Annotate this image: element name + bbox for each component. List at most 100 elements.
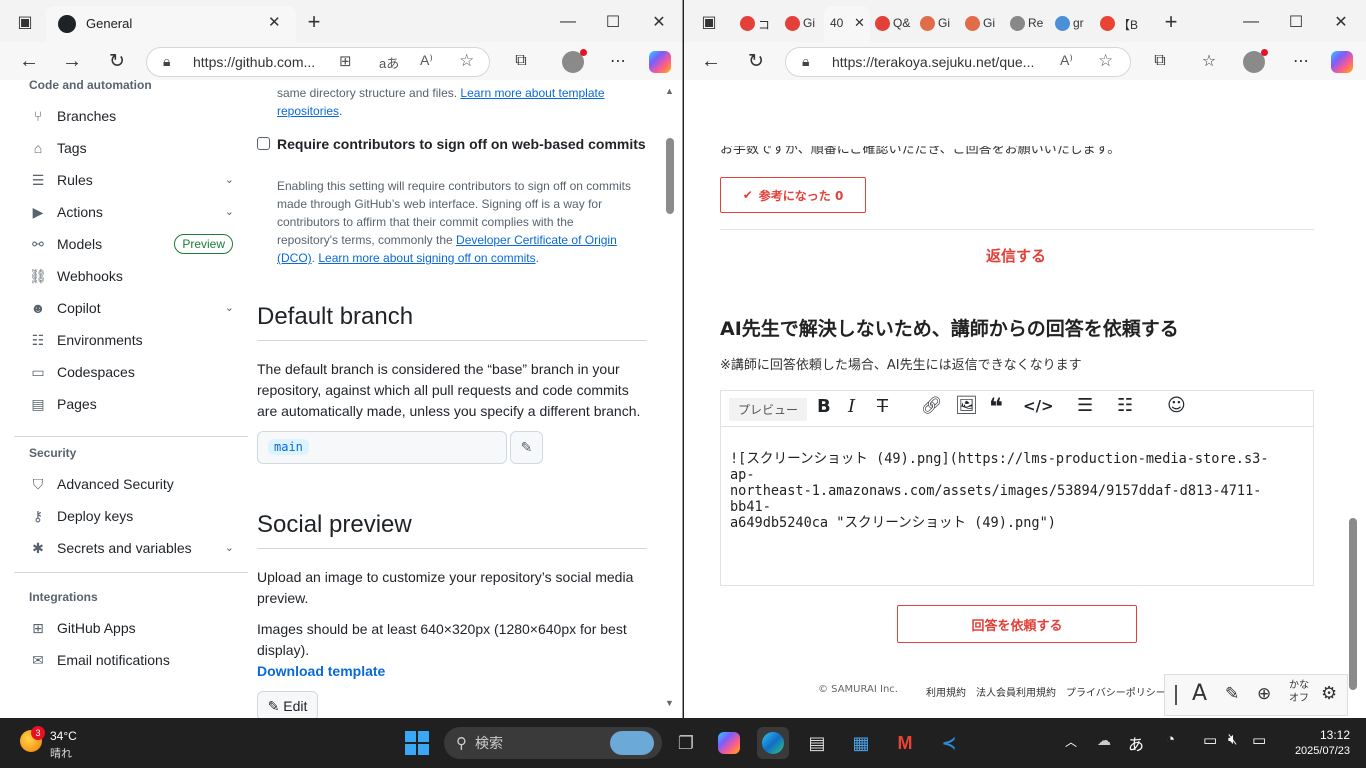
url-field[interactable]: 🔒︎ https://github.com... ⊞ aあ A⁾ ☆ — [146, 47, 490, 77]
sidebar-item-codespaces[interactable]: ▭ Codespaces — [14, 357, 248, 387]
chevron-down-icon[interactable]: ⌄ — [225, 301, 234, 314]
focus-assist-icon[interactable]: ◔ — [1166, 731, 1175, 748]
ime-kana-toggle[interactable]: かな オフ — [1289, 679, 1309, 705]
favorite-star-icon[interactable]: ☆ — [1098, 51, 1113, 71]
back-icon[interactable]: ← — [697, 47, 725, 75]
ime-settings-icon[interactable]: ⚙ — [1321, 683, 1337, 704]
browser-tab[interactable]: Re — [1004, 6, 1048, 42]
footer-privacy-link[interactable]: プライバシーポリシー — [1066, 684, 1166, 699]
close-tab-icon[interactable]: ✕ — [854, 15, 865, 31]
browser-tab[interactable]: Q& — [869, 6, 913, 42]
tab-github-general[interactable]: General ✕ — [46, 6, 296, 42]
browser-tab[interactable]: gr — [1049, 6, 1093, 42]
refresh-icon[interactable]: ↻ — [742, 47, 770, 75]
strikethrough-icon[interactable]: T — [877, 396, 888, 417]
template-learn-more-link[interactable]: Learn more about template — [460, 86, 604, 100]
user-avatar[interactable] — [1288, 99, 1316, 127]
quote-icon[interactable]: ❝ — [989, 393, 1003, 421]
dco-abbr-link[interactable]: (DCO) — [277, 251, 312, 265]
chevron-down-icon[interactable]: ⌄ — [225, 541, 234, 554]
browser-tab[interactable]: コ — [734, 6, 778, 42]
weather-temp[interactable]: 34°C — [50, 729, 77, 743]
copilot-icon[interactable] — [1331, 51, 1353, 73]
chevron-down-icon[interactable]: ⌄ — [225, 173, 234, 186]
template-repositories-link[interactable]: repositories — [277, 104, 339, 118]
edge-app-icon[interactable] — [757, 727, 789, 759]
users-icon[interactable]: 👥︎▾ — [1188, 102, 1223, 126]
sidebar-item-rules[interactable]: ☰ Rules ⌄ — [14, 165, 248, 195]
notepad-app-icon[interactable]: ▦ — [845, 727, 877, 759]
tab-actions-icon[interactable]: ▣ — [11, 8, 39, 36]
signoff-label[interactable]: Require contributors to sign off on web-… — [277, 134, 646, 155]
code-icon[interactable]: </> — [1023, 397, 1054, 415]
scroll-up-arrow[interactable]: ▲ — [665, 86, 674, 96]
sidebar-item-branches[interactable]: ⑂ Branches — [14, 101, 248, 131]
editor-textarea[interactable]: ![スクリーンショット (49).png](https://lms-produc… — [730, 451, 1293, 531]
footer-terms-link[interactable]: 利用規約 — [926, 684, 966, 699]
signoff-learn-more-link[interactable]: Learn more about signing off on commits — [318, 251, 535, 265]
download-template-link[interactable]: Download template — [257, 661, 385, 682]
sidebar-item-advanced-security[interactable]: ⛉ Advanced Security — [14, 469, 248, 499]
sidebar-item-deploy-keys[interactable]: ⚷ Deploy keys — [14, 501, 248, 531]
sidebar-item-environments[interactable]: ☷ Environments — [14, 325, 248, 355]
numbered-list-icon[interactable]: ☷ — [1117, 395, 1133, 416]
more-menu-icon[interactable]: ⋯ — [1287, 47, 1315, 75]
extensions-icon[interactable]: ⧉ — [1146, 47, 1174, 75]
browser-tab[interactable]: 【B — [1094, 6, 1138, 42]
bold-icon[interactable]: B — [817, 396, 831, 417]
ime-pad-icon[interactable]: ✎ — [1225, 684, 1239, 704]
translate-icon[interactable]: aあ — [379, 53, 399, 72]
volume-muted-icon[interactable]: 🔇︎ — [1228, 731, 1237, 748]
browser-tab[interactable]: Gi — [959, 6, 1003, 42]
more-menu-icon[interactable]: ⋯ — [604, 47, 632, 75]
browser-tab[interactable]: 40 ✕ — [824, 6, 870, 42]
hamburger-menu-icon[interactable] — [711, 103, 738, 122]
maximize-icon[interactable]: ☐ — [1282, 8, 1310, 36]
browser-tab[interactable]: Gi — [914, 6, 958, 42]
edit-social-button[interactable]: ✎ Edit — [257, 691, 318, 718]
ime-dictionary-icon[interactable]: ⊕ — [1257, 684, 1271, 704]
clock-time[interactable]: 13:12 — [1300, 728, 1350, 742]
reply-link[interactable]: 返信する — [684, 245, 1348, 266]
maximize-icon[interactable]: ☐ — [599, 8, 627, 36]
right-scrollbar-thumb[interactable] — [1349, 518, 1357, 690]
profile-avatar[interactable] — [562, 49, 587, 73]
minimize-icon[interactable]: — — [554, 8, 582, 36]
edit-branch-button[interactable]: ✎ — [510, 431, 543, 464]
clock-date[interactable]: 2025/07/23 — [1282, 745, 1350, 757]
request-answer-button[interactable]: 回答を依頼する — [897, 605, 1137, 643]
windows-start-icon[interactable] — [401, 727, 433, 759]
sidebar-item-pages[interactable]: ▤ Pages — [14, 389, 248, 419]
minimize-icon[interactable]: — — [1237, 8, 1265, 36]
terminal-app-icon[interactable]: ▤ — [801, 727, 833, 759]
close-window-icon[interactable]: ✕ — [1327, 8, 1355, 36]
back-icon[interactable]: ← — [15, 47, 43, 75]
left-scrollbar-thumb[interactable] — [666, 138, 674, 214]
dco-link[interactable]: Developer Certificate of Origin — [456, 233, 617, 247]
sidebar-item-github-apps[interactable]: ⊞ GitHub Apps — [14, 613, 248, 643]
preview-tab[interactable]: プレビュー — [729, 398, 808, 421]
footer-corp-terms-link[interactable]: 法人会員利用規約 — [976, 684, 1056, 699]
sidebar-item-actions[interactable]: ▶ Actions ⌄ — [14, 197, 248, 227]
forward-icon[interactable]: → — [58, 47, 86, 75]
tab-actions-icon[interactable]: ▣ — [695, 8, 723, 36]
wifi-monitor-icon[interactable]: ▭ — [1203, 731, 1217, 749]
apps-available-icon[interactable]: ⊞ — [339, 52, 352, 70]
link-icon[interactable]: 🔗︎ — [921, 396, 943, 416]
sidebar-item-webhooks[interactable]: ⛓ Webhooks — [14, 261, 248, 291]
favorite-star-icon[interactable]: ☆ — [459, 51, 474, 71]
sidebar-item-models[interactable]: ⚯ Models Preview — [14, 229, 248, 259]
browser-tab[interactable]: Gi — [779, 6, 823, 42]
close-window-icon[interactable]: ✕ — [645, 8, 673, 36]
emoji-icon[interactable]: ☺ — [1167, 395, 1186, 416]
profile-avatar[interactable] — [1243, 49, 1268, 73]
read-aloud-icon[interactable]: A⁾ — [420, 52, 433, 69]
vscode-app-icon[interactable]: ≺ — [933, 727, 965, 759]
show-hidden-icons-chevron[interactable]: ︿ — [1065, 733, 1077, 750]
extensions-icon[interactable]: ⧉ — [507, 47, 535, 75]
image-icon[interactable]: 🖼︎ — [955, 395, 978, 416]
signoff-checkbox[interactable] — [257, 137, 270, 150]
url-field[interactable]: 🔒︎ https://terakoya.sejuku.net/que... A⁾… — [785, 47, 1131, 77]
sidebar-item-copilot[interactable]: ☻ Copilot ⌄ — [14, 293, 248, 323]
network-off-icon[interactable]: ☁ — [1097, 732, 1111, 749]
